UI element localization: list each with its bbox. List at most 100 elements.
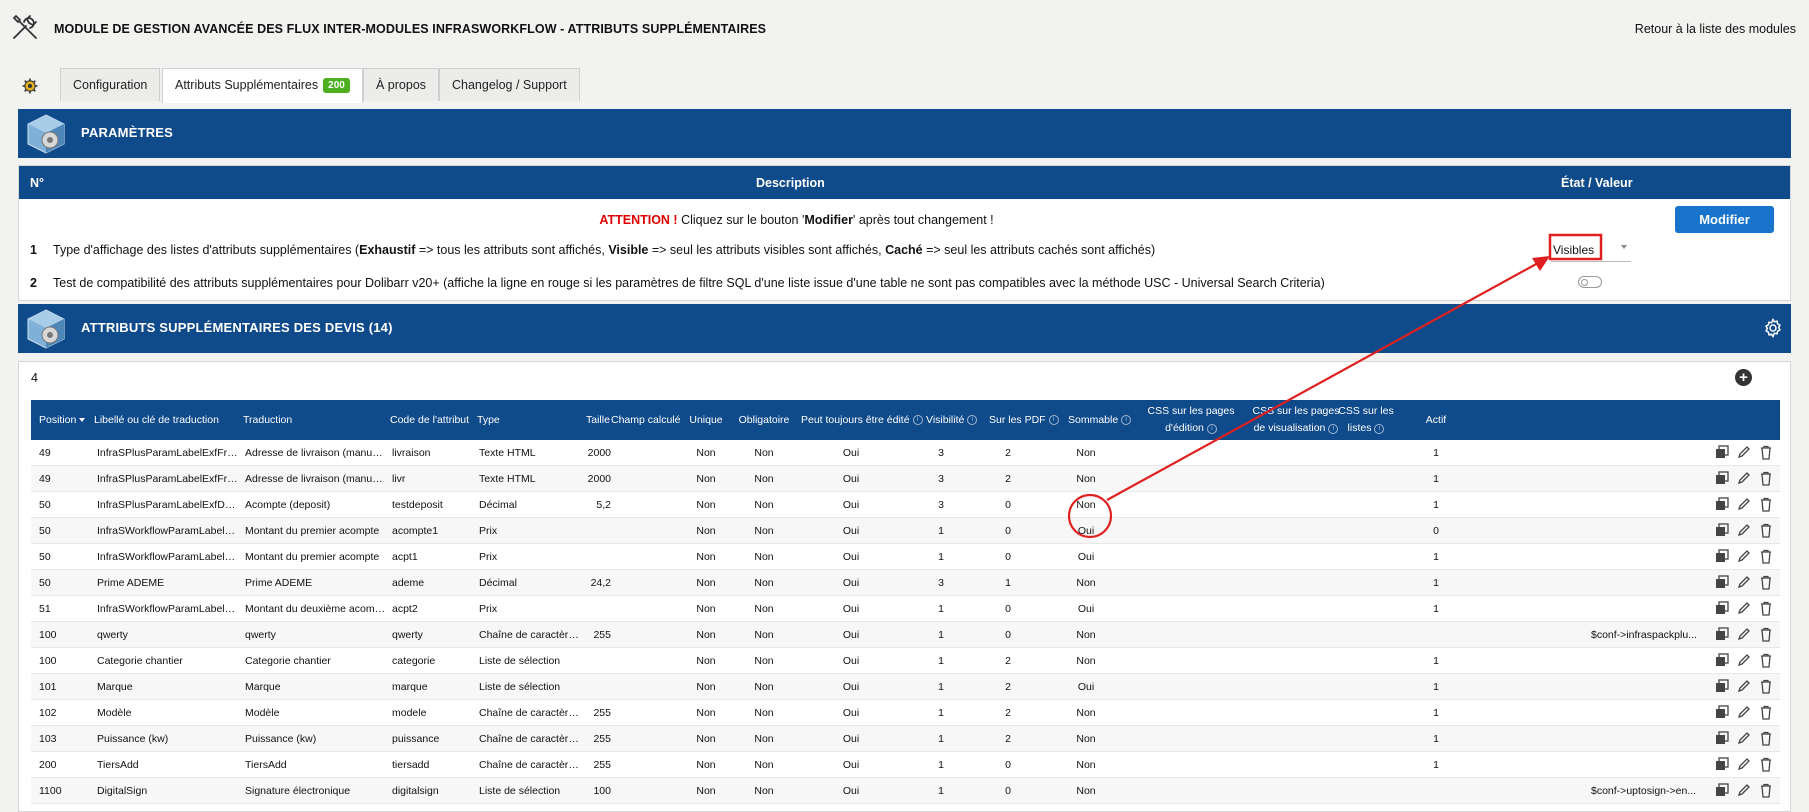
cell-position: 200 xyxy=(39,759,57,771)
duplicate-icon[interactable] xyxy=(1715,497,1729,511)
delete-trash-icon[interactable] xyxy=(1759,783,1773,798)
delete-trash-icon[interactable] xyxy=(1759,731,1773,746)
sort-desc-icon xyxy=(79,418,86,422)
cell-summable: Non xyxy=(1076,629,1096,641)
tab-about[interactable]: À propos xyxy=(363,68,440,101)
edit-pencil-icon[interactable] xyxy=(1737,575,1751,589)
duplicate-icon[interactable] xyxy=(1715,549,1729,563)
delete-trash-icon[interactable] xyxy=(1759,653,1773,668)
edit-pencil-icon[interactable] xyxy=(1737,783,1751,797)
tab-configuration[interactable]: Configuration xyxy=(60,68,161,101)
duplicate-icon[interactable] xyxy=(1715,653,1729,667)
table-row: 100 Categorie chantier Categorie chantier c… xyxy=(31,648,1780,674)
delete-trash-icon[interactable] xyxy=(1759,627,1773,642)
duplicate-icon[interactable] xyxy=(1715,731,1729,745)
cell-active: 1 xyxy=(1433,733,1439,745)
compat-test-toggle[interactable] xyxy=(1578,276,1602,288)
delete-trash-icon[interactable] xyxy=(1759,757,1773,772)
cell-on-pdf: 0 xyxy=(1005,759,1011,771)
delete-trash-icon[interactable] xyxy=(1759,445,1773,460)
duplicate-icon[interactable] xyxy=(1715,679,1729,693)
cell-label: Modèle xyxy=(97,707,132,719)
th-type: Type xyxy=(477,413,500,426)
col-description: Description xyxy=(756,176,825,190)
edit-pencil-icon[interactable] xyxy=(1737,445,1751,459)
cell-css-list: $conf->uptosign->en... xyxy=(1591,785,1697,797)
cell-css-list xyxy=(1591,648,1701,674)
cell-code: ademe xyxy=(392,577,425,589)
cell-visibility: 3 xyxy=(938,499,944,511)
delete-trash-icon[interactable] xyxy=(1759,575,1773,590)
edit-pencil-icon[interactable] xyxy=(1737,601,1751,615)
edit-pencil-icon[interactable] xyxy=(1737,523,1751,537)
cell-size xyxy=(566,596,611,622)
row-actions xyxy=(1709,601,1779,617)
table-row: 102 Modèle Modèle modele Chaîne de caractère… xyxy=(31,700,1780,726)
tab-extra-attributes[interactable]: Attributs Supplémentaires 200 xyxy=(162,68,363,103)
duplicate-icon[interactable] xyxy=(1715,705,1729,719)
cell-code: acpt1 xyxy=(392,551,418,563)
cell-always-editable: Oui xyxy=(842,759,860,771)
edit-pencil-icon[interactable] xyxy=(1737,705,1751,719)
duplicate-icon[interactable] xyxy=(1715,601,1729,615)
cell-unique: Non xyxy=(696,681,716,693)
cell-required: Non xyxy=(754,655,774,667)
cell-active: 1 xyxy=(1433,473,1439,485)
cell-unique: Non xyxy=(696,499,716,511)
delete-trash-icon[interactable] xyxy=(1759,601,1773,616)
edit-pencil-icon[interactable] xyxy=(1737,627,1751,641)
cell-required: Non xyxy=(754,707,774,719)
cell-code: livraison xyxy=(392,447,431,459)
edit-pencil-icon[interactable] xyxy=(1737,653,1751,667)
cell-label: Categorie chantier xyxy=(97,655,183,667)
delete-trash-icon[interactable] xyxy=(1759,471,1773,486)
th-label: Libellé ou clé de traduction xyxy=(94,413,219,426)
edit-pencil-icon[interactable] xyxy=(1737,679,1751,693)
cell-size: 24,2 xyxy=(590,577,611,589)
th-position[interactable]: Position xyxy=(39,400,86,440)
cell-size xyxy=(566,674,611,700)
cell-active: 1 xyxy=(1433,603,1439,615)
cell-unique: Non xyxy=(696,733,716,745)
cell-code: puissance xyxy=(392,733,440,745)
edit-pencil-icon[interactable] xyxy=(1737,497,1751,511)
display-type-select[interactable]: Visibles xyxy=(1551,239,1631,262)
delete-trash-icon[interactable] xyxy=(1759,497,1773,512)
col-state-value: État / Valeur xyxy=(1561,176,1633,190)
cell-unique: Non xyxy=(696,603,716,615)
duplicate-icon[interactable] xyxy=(1715,757,1729,771)
back-to-modules-link[interactable]: Retour à la liste des modules xyxy=(1635,22,1796,36)
cell-summable: Non xyxy=(1076,707,1096,719)
cell-visibility: 1 xyxy=(938,759,944,771)
delete-trash-icon[interactable] xyxy=(1759,549,1773,564)
cell-visibility: 1 xyxy=(938,707,944,719)
tab-changelog[interactable]: Changelog / Support xyxy=(439,68,580,101)
delete-trash-icon[interactable] xyxy=(1759,523,1773,538)
modify-button[interactable]: Modifier xyxy=(1675,206,1774,233)
delete-trash-icon[interactable] xyxy=(1759,705,1773,720)
duplicate-icon[interactable] xyxy=(1715,575,1729,589)
edit-pencil-icon[interactable] xyxy=(1737,471,1751,485)
cell-required: Non xyxy=(754,499,774,511)
table-row: 51 InfraSWorkflowParamLabelExfSe... Montan… xyxy=(31,596,1780,622)
cell-size: 255 xyxy=(593,629,611,641)
duplicate-icon[interactable] xyxy=(1715,627,1729,641)
duplicate-icon[interactable] xyxy=(1715,471,1729,485)
cell-position: 100 xyxy=(39,629,57,641)
settings-gear-icon[interactable] xyxy=(1763,318,1783,338)
cell-translation: qwerty xyxy=(245,629,276,641)
row-actions xyxy=(1709,783,1779,799)
cell-always-editable: Oui xyxy=(842,525,860,537)
cell-code: categorie xyxy=(392,655,436,667)
edit-pencil-icon[interactable] xyxy=(1737,731,1751,745)
delete-trash-icon[interactable] xyxy=(1759,679,1773,694)
th-code: Code de l'attribut xyxy=(390,413,470,426)
duplicate-icon[interactable] xyxy=(1715,783,1729,797)
cell-visibility: 1 xyxy=(938,603,944,615)
cell-unique: Non xyxy=(696,655,716,667)
edit-pencil-icon[interactable] xyxy=(1737,757,1751,771)
edit-pencil-icon[interactable] xyxy=(1737,549,1751,563)
add-attribute-button[interactable]: + xyxy=(1735,369,1752,386)
duplicate-icon[interactable] xyxy=(1715,523,1729,537)
duplicate-icon[interactable] xyxy=(1715,445,1729,459)
